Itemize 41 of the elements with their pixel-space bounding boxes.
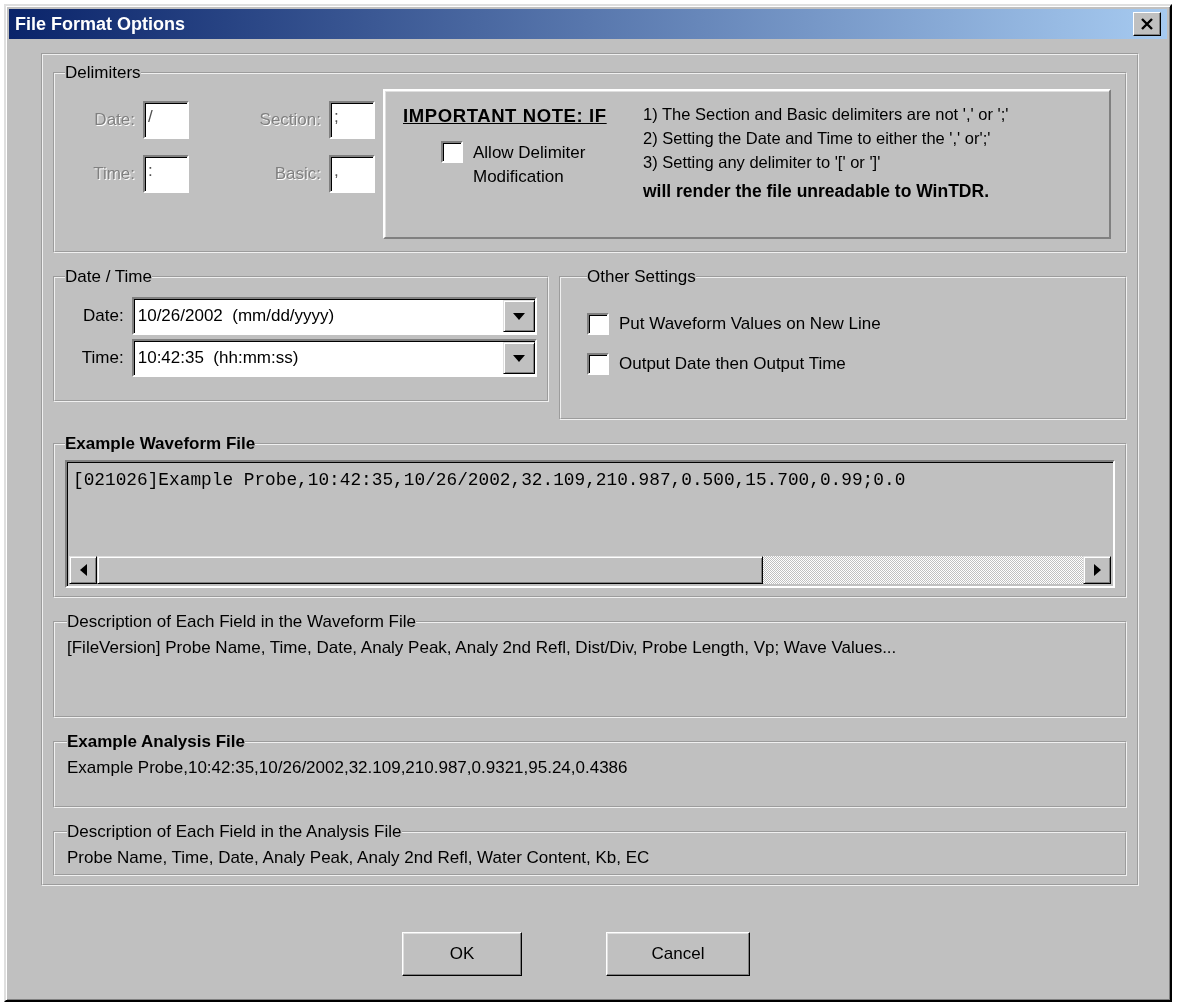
group-title: Date / Time xyxy=(65,267,152,287)
description-text: [FileVersion] Probe Name, Time, Date, Analy Peak, Analy 2nd Refl, Dist/Div, Probe Length, Vp; Wave Values... xyxy=(67,638,898,658)
group-title: Delimiters xyxy=(65,63,141,83)
note-line: 2) Setting the Date and Time to either the ',' or';' xyxy=(643,129,992,148)
checkbox[interactable] xyxy=(441,141,463,163)
checkbox-label[interactable]: Put Waveform Values on New Line xyxy=(619,314,881,334)
example-text: [021026]Example Probe,10:42:35,10/26/2002,32.109,210.987,0.500,15.700,0.99;0.0 xyxy=(72,469,907,492)
field-label: Date: xyxy=(82,306,124,326)
note-line: 1) The Section and Basic delimiters are not ',' or ';' xyxy=(643,105,1009,124)
field-label: Time: xyxy=(80,348,124,368)
scrollbar-thumb[interactable] xyxy=(97,556,763,584)
scroll-left-button[interactable] xyxy=(69,556,97,584)
group-title: Other Settings xyxy=(587,267,696,287)
group-title: Description of Each Field in the Waveform File xyxy=(67,612,416,632)
checkbox[interactable] xyxy=(587,353,609,375)
checkbox-label[interactable]: Output Date then Output Time xyxy=(619,354,846,374)
group-title: Example Waveform File xyxy=(65,434,256,454)
description-text: Probe Name, Time, Date, Analy Peak, Analy 2nd Refl, Water Content, Kb, EC xyxy=(67,848,651,868)
dropdown[interactable]: 10:42:35 (hh:mm:ss) xyxy=(131,339,537,377)
window-title: File Format Options xyxy=(15,13,185,35)
close-button[interactable] xyxy=(1133,12,1161,36)
field-label: Time: xyxy=(93,164,135,184)
dropdown[interactable]: 10/26/2002 (mm/dd/yyyy) xyxy=(131,297,537,335)
group-title: Description of Each Field in the Analysis File xyxy=(67,822,402,842)
scroll-right-button[interactable] xyxy=(1083,556,1111,584)
note-line: 3) Setting any delimiter to '[' or ']' xyxy=(643,153,882,172)
checkbox[interactable] xyxy=(587,313,609,335)
close-icon xyxy=(1140,18,1154,30)
note-warning: will render the file unreadable to WinTDR. xyxy=(643,181,990,202)
example-text: Example Probe,10:42:35,10/26/2002,32.109,210.987,0.9321,95.24,0.4386 xyxy=(67,758,629,778)
right-arrow-icon xyxy=(1093,564,1101,576)
text-area[interactable]: [021026]Example Probe,10:42:35,10/26/2002,32.109,210.987,0.500,15.700,0.99;0.0 xyxy=(65,460,1115,588)
checkbox-label[interactable]: Allow Delimiter Modification xyxy=(473,141,603,189)
dialog-button[interactable]: OK xyxy=(402,932,522,976)
left-arrow-icon xyxy=(79,564,87,576)
field-label: Section: xyxy=(259,110,321,130)
group-title: Example Analysis File xyxy=(67,732,245,752)
dialog-button[interactable]: Cancel xyxy=(606,932,750,976)
field-label: Date: xyxy=(94,110,135,130)
field-label: Basic: xyxy=(274,164,321,184)
note-heading: IMPORTANT NOTE: IF xyxy=(403,105,608,127)
